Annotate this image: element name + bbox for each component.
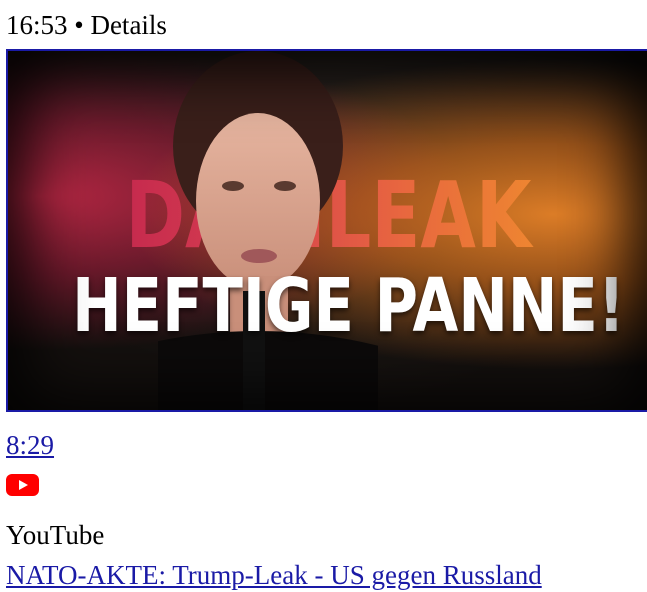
video-duration-link[interactable]: 8:29	[6, 428, 54, 462]
source-name: YouTube	[6, 520, 105, 550]
thumbnail-artwork: DA NLEAK HEFTIGE PANNE!	[8, 51, 647, 410]
video-title-link[interactable]: NATO-AKTE: Trump-Leak - US gegen Russlan…	[6, 558, 542, 592]
youtube-icon	[6, 474, 39, 496]
thumbnail-vignette	[8, 51, 647, 410]
header-time-details: 16:53 • Details	[6, 10, 167, 40]
video-thumbnail[interactable]: DA NLEAK HEFTIGE PANNE!	[6, 49, 647, 412]
